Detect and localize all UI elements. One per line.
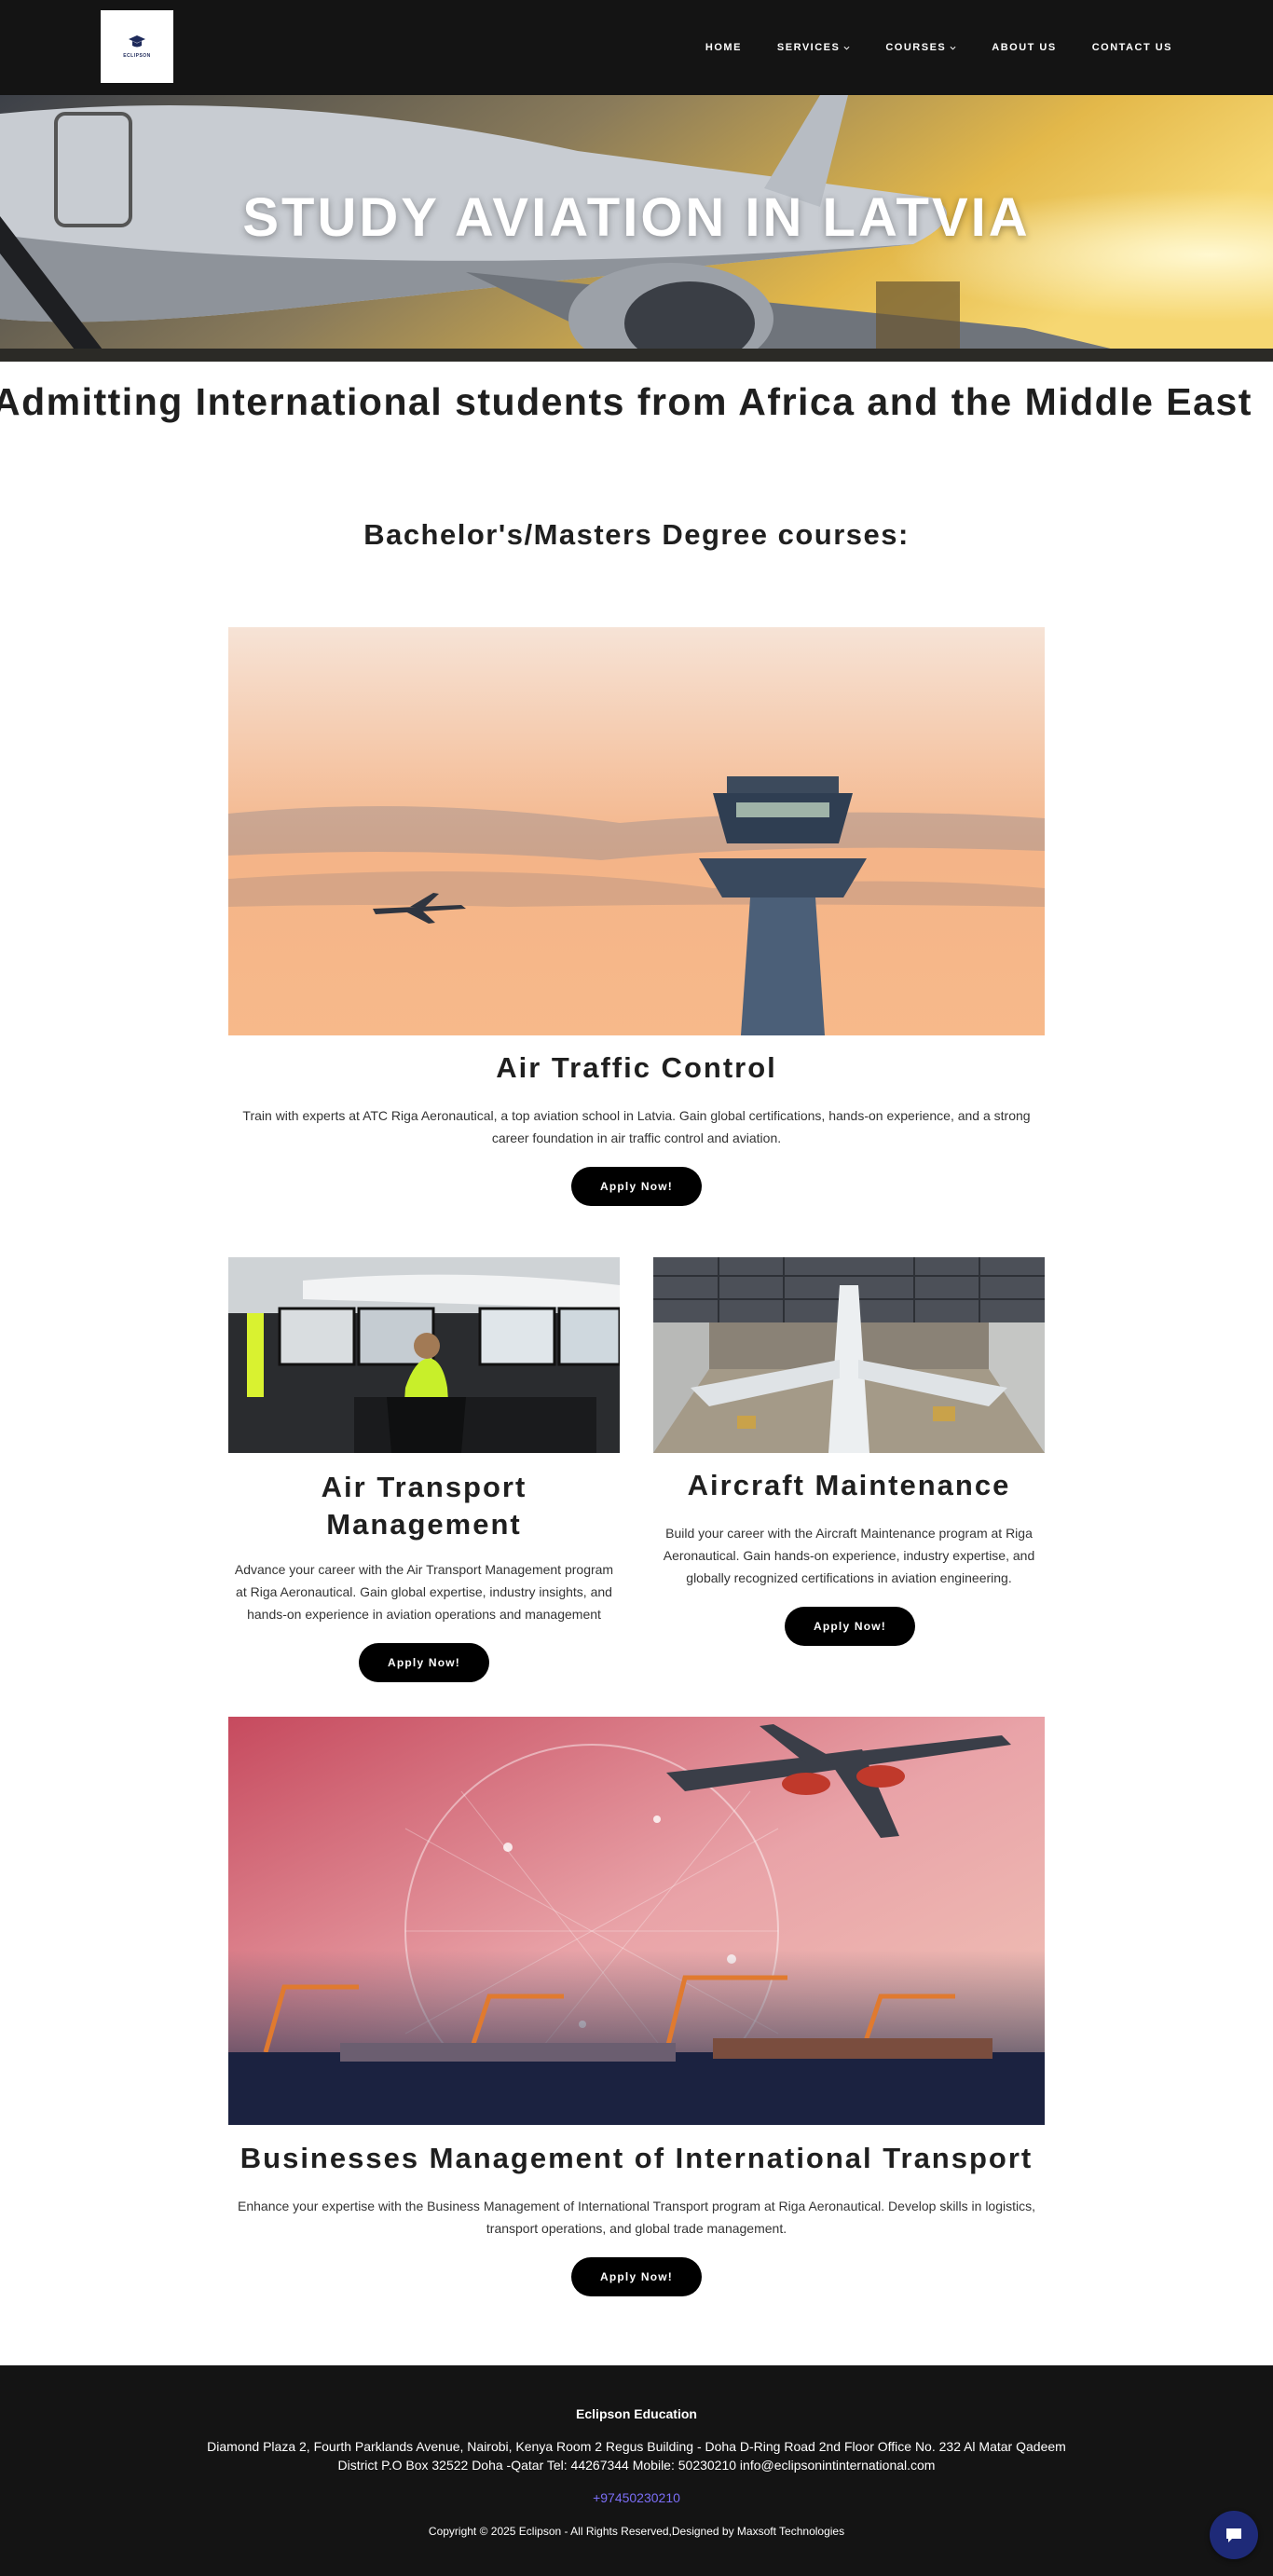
chevron-down-icon: [950, 46, 956, 50]
apply-button-international-transport[interactable]: Apply Now!: [571, 2257, 702, 2296]
nav-about-us[interactable]: ABOUT US: [974, 42, 1074, 53]
nav-contact-label: CONTACT US: [1091, 42, 1172, 53]
hero-title: STUDY AVIATION IN LATVIA: [242, 187, 1031, 248]
site-footer: Eclipson Education Diamond Plaza 2, Four…: [0, 2365, 1273, 2576]
logo-icon: [129, 35, 145, 48]
aircraft-maintenance-image: [653, 1257, 1045, 1453]
site-header: ECLIPSON HOME SERVICES COURSES ABOUT US …: [0, 0, 1273, 95]
hero-banner: STUDY AVIATION IN LATVIA: [0, 95, 1273, 362]
logo-text: ECLIPSON: [123, 53, 151, 59]
admissions-banner: Admitting International students from Af…: [0, 380, 1273, 427]
footer-copyright: Copyright © 2025 Eclipson - All Rights R…: [428, 2525, 845, 2538]
footer-brand: Eclipson Education: [576, 2406, 697, 2421]
course-desc-air-traffic-control: Train with experts at ATC Riga Aeronauti…: [242, 1108, 1031, 1145]
nav-home[interactable]: HOME: [688, 42, 760, 53]
nav-services-label: SERVICES: [776, 42, 841, 53]
nav-courses-label: COURSES: [885, 42, 947, 53]
apply-button-air-transport-management[interactable]: Apply Now!: [359, 1643, 489, 1682]
course-title-aircraft-maintenance: Aircraft Maintenance: [687, 1469, 1011, 1501]
nav-courses[interactable]: COURSES: [868, 42, 974, 53]
apply-button-aircraft-maintenance[interactable]: Apply Now!: [785, 1607, 915, 1646]
apply-button-air-traffic-control[interactable]: Apply Now!: [571, 1167, 702, 1206]
nav-home-label: HOME: [705, 42, 742, 53]
chevron-down-icon: [843, 46, 850, 50]
site-logo[interactable]: ECLIPSON: [101, 10, 173, 83]
nav-contact-us[interactable]: CONTACT US: [1075, 42, 1172, 53]
course-desc-aircraft-maintenance: Build your career with the Aircraft Main…: [663, 1526, 1035, 1585]
air-traffic-control-image: [228, 627, 1045, 1035]
course-title-air-transport-management: Air Transport Management: [321, 1471, 527, 1541]
courses-section-title: Bachelor's/Masters Degree courses:: [363, 518, 910, 551]
nav-services[interactable]: SERVICES: [760, 42, 868, 53]
nav-about-label: ABOUT US: [992, 42, 1057, 53]
admissions-banner-text: Admitting International students from Af…: [0, 380, 1252, 423]
chat-button[interactable]: [1210, 2511, 1258, 2559]
footer-phone-link[interactable]: +97450230210: [0, 2490, 1273, 2505]
main-nav: HOME SERVICES COURSES ABOUT US CONTACT U…: [688, 0, 1172, 95]
chat-icon: [1226, 2528, 1241, 2542]
course-desc-air-transport-management: Advance your career with the Air Transpo…: [234, 1562, 614, 1622]
international-transport-image: [228, 1717, 1045, 2125]
course-title-international-transport: Businesses Management of International T…: [240, 2142, 1033, 2174]
air-transport-management-image: [228, 1257, 620, 1453]
footer-address: Diamond Plaza 2, Fourth Parklands Avenue…: [207, 2439, 1066, 2473]
course-desc-international-transport: Enhance your expertise with the Business…: [238, 2199, 1036, 2236]
course-title-air-traffic-control: Air Traffic Control: [496, 1051, 777, 1084]
